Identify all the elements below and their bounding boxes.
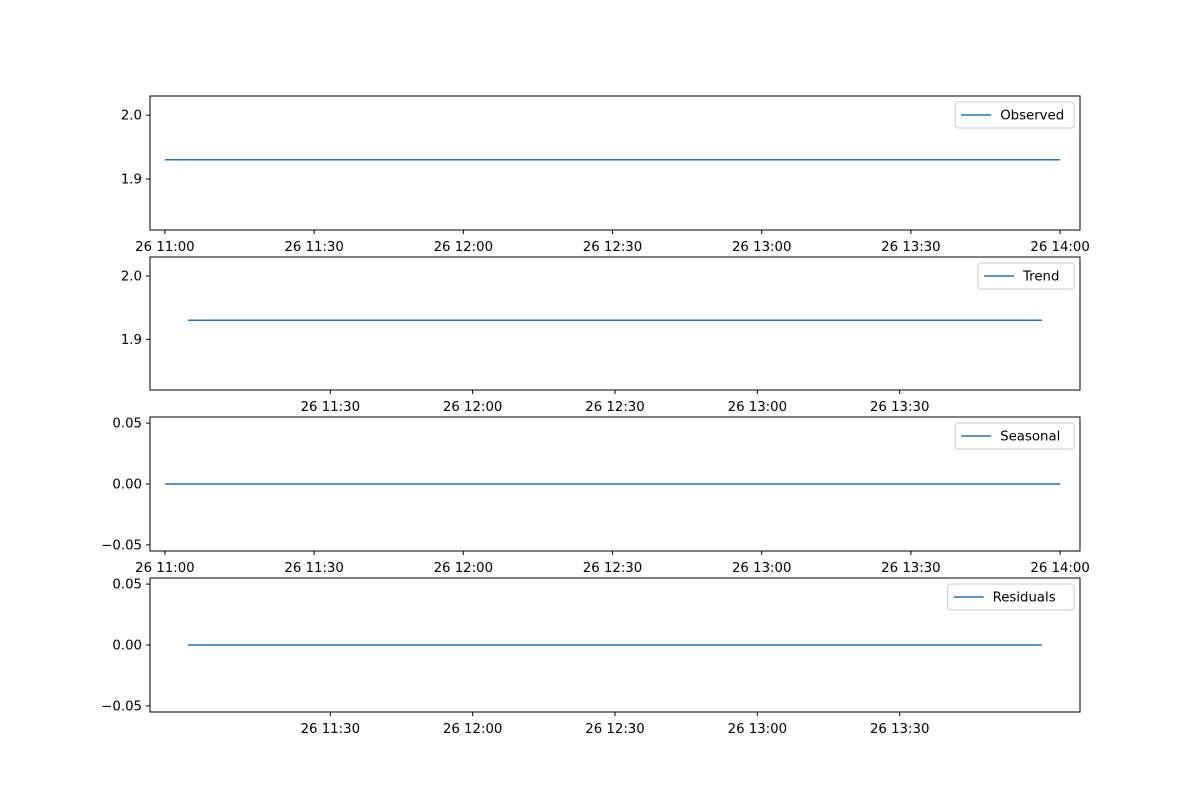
x-tick-label: 26 13:30 — [881, 561, 940, 576]
subplot-observed: 1.9 2.0 26 11:00 26 11:30 26 12:00 26 12:30 26… — [121, 95, 1090, 255]
y-tick-label: 0.00 — [112, 478, 142, 493]
x-tick-label: 26 12:00 — [434, 240, 493, 255]
axes-frame — [149, 95, 1081, 231]
legend-label: Trend — [1022, 270, 1059, 285]
subplot-trend: 1.9 2.0 26 11:30 26 12:00 26 12:30 26 13:00 26… — [121, 256, 1081, 415]
x-tick-label: 26 11:00 — [135, 240, 194, 255]
legend-label: Observed — [1000, 109, 1064, 124]
x-tick-label: 26 11:30 — [301, 722, 360, 737]
x-tick-label: 26 11:00 — [135, 561, 194, 576]
x-tick-label: 26 13:00 — [728, 722, 787, 737]
x-tick-label: 26 14:00 — [1030, 240, 1089, 255]
x-tick-label: 26 12:00 — [443, 722, 502, 737]
axes-frame — [149, 256, 1081, 391]
x-tick-label: 26 12:30 — [583, 561, 642, 576]
x-tick-label: 26 12:30 — [585, 722, 644, 737]
y-tick-label: −0.05 — [101, 699, 142, 714]
x-tick-label: 26 13:30 — [881, 240, 940, 255]
legend-label: Seasonal — [1000, 430, 1060, 445]
y-tick-label: 0.05 — [112, 417, 142, 432]
x-tick-label: 26 13:00 — [732, 240, 791, 255]
y-tick-label: 2.0 — [121, 109, 142, 124]
x-tick-label: 26 13:00 — [732, 561, 791, 576]
y-tick-label: −0.05 — [101, 538, 142, 553]
y-tick-label: 0.00 — [112, 639, 142, 654]
y-tick-label: 1.9 — [121, 172, 142, 187]
x-tick-label: 26 13:30 — [870, 722, 929, 737]
x-tick-label: 26 12:00 — [434, 561, 493, 576]
x-tick-label: 26 12:30 — [585, 400, 644, 415]
decomposition-figure: 1.9 2.0 26 11:00 26 11:30 26 12:00 26 12:30 26… — [101, 95, 1090, 737]
x-tick-label: 26 11:30 — [301, 400, 360, 415]
y-tick-label: 0.05 — [112, 578, 142, 593]
subplot-seasonal: −0.05 0.00 0.05 26 11:00 26 11:30 26 12:00 26 … — [101, 416, 1090, 576]
subplot-residuals: −0.05 0.00 0.05 26 11:30 26 12:00 26 12:30 26 … — [101, 577, 1081, 737]
x-tick-label: 26 13:00 — [728, 400, 787, 415]
x-tick-label: 26 14:00 — [1030, 561, 1089, 576]
legend-label: Residuals — [993, 591, 1056, 606]
x-tick-label: 26 12:00 — [443, 400, 502, 415]
x-tick-label: 26 12:30 — [583, 240, 642, 255]
y-tick-label: 2.0 — [121, 270, 142, 285]
x-tick-label: 26 11:30 — [284, 240, 343, 255]
y-tick-label: 1.9 — [121, 333, 142, 348]
x-tick-label: 26 11:30 — [284, 561, 343, 576]
x-tick-label: 26 13:30 — [870, 400, 929, 415]
